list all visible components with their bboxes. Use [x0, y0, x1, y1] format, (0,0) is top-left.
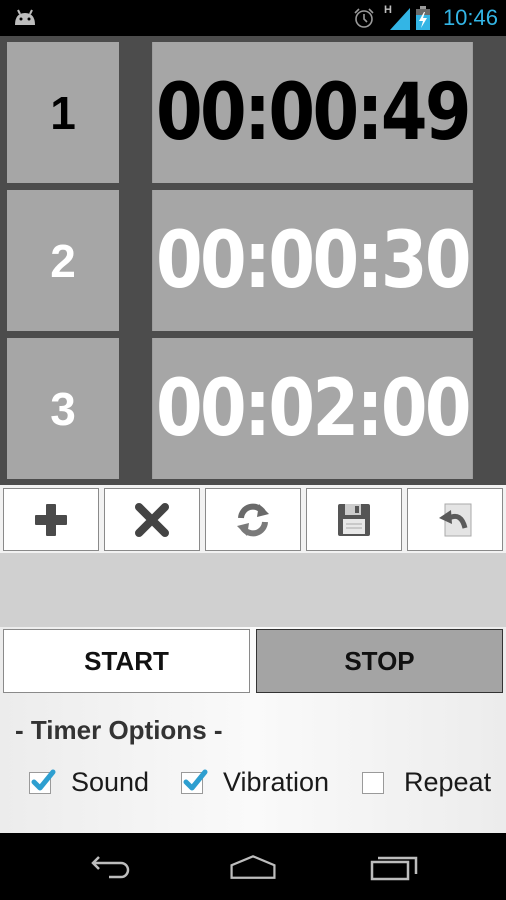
checkmark-icon — [31, 769, 56, 790]
android-icon — [15, 9, 35, 25]
timer-index[interactable]: 2 — [7, 190, 119, 331]
options-title: - Timer Options - — [15, 715, 223, 745]
repeat-option[interactable]: Repeat — [362, 767, 491, 798]
navigation-bar — [0, 833, 506, 900]
recent-apps-button[interactable] — [365, 847, 425, 887]
battery-charging-icon — [416, 6, 430, 30]
timer-time[interactable]: 00:00:30 — [152, 190, 473, 331]
load-button[interactable] — [407, 488, 503, 551]
timer-list: 1 00:00:49 2 00:00:30 3 00:02:00 — [0, 36, 506, 485]
refresh-icon — [237, 503, 269, 536]
status-clock: 10:46 — [442, 5, 498, 30]
plus-icon — [35, 503, 67, 536]
timer-time[interactable]: 00:02:00 — [152, 338, 473, 479]
signal-icon: H — [384, 4, 410, 30]
vibration-checkbox[interactable] — [181, 769, 208, 794]
controls-panel: START STOP - Timer Options - Sound Vibra… — [0, 627, 506, 833]
repeat-checkbox[interactable] — [362, 771, 384, 794]
start-button[interactable]: START — [3, 629, 250, 693]
home-icon — [230, 855, 276, 879]
sound-label: Sound — [71, 767, 150, 797]
sound-option[interactable]: Sound — [29, 767, 149, 798]
back-button[interactable] — [82, 847, 142, 887]
vibration-label: Vibration — [223, 767, 330, 797]
repeat-label: Repeat — [404, 767, 492, 797]
timer-index[interactable]: 3 — [7, 338, 119, 479]
save-button[interactable] — [306, 488, 402, 551]
vibration-option[interactable]: Vibration — [181, 767, 329, 798]
recent-apps-icon — [370, 856, 418, 881]
add-timer-button[interactable] — [3, 488, 99, 551]
back-icon — [91, 856, 130, 879]
alarm-icon — [354, 8, 374, 28]
timer-time[interactable]: 00:00:49 — [152, 42, 473, 183]
sound-checkbox[interactable] — [29, 769, 56, 794]
close-icon — [135, 502, 169, 537]
floppy-disk-icon — [338, 503, 370, 536]
timer-index[interactable]: 1 — [7, 42, 119, 183]
toolbar — [0, 485, 506, 553]
stop-button[interactable]: STOP — [256, 629, 503, 693]
spacer-area — [0, 553, 506, 627]
home-button[interactable] — [223, 847, 283, 887]
checkmark-icon — [183, 769, 208, 790]
delete-timer-button[interactable] — [104, 488, 200, 551]
undo-document-icon — [439, 503, 472, 536]
reset-timer-button[interactable] — [205, 488, 301, 551]
status-bar: H 10:46 — [0, 0, 506, 36]
